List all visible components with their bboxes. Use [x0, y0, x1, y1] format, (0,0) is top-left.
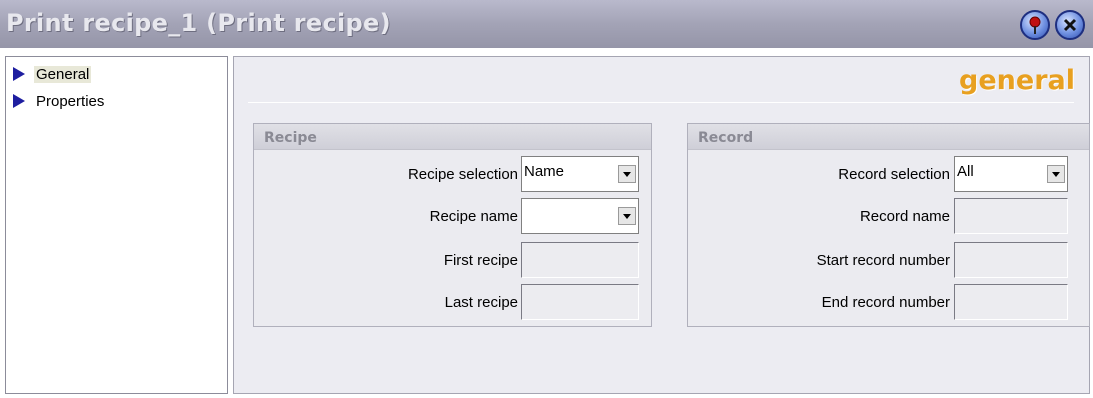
record-name-label: Record name — [859, 207, 950, 225]
start-record-number-field[interactable] — [954, 242, 1068, 278]
start-record-number-label: Start record number — [816, 251, 950, 269]
recipe-selection-label: Recipe selection — [407, 165, 518, 183]
recipe-name-dropdown[interactable] — [521, 198, 639, 234]
divider — [248, 102, 1074, 103]
recipe-selection-value: Name — [524, 163, 565, 180]
pin-button[interactable] — [1020, 10, 1050, 40]
last-recipe-field[interactable] — [521, 284, 639, 320]
content-pane: general Recipe Recipe selection Name Rec… — [233, 56, 1090, 394]
record-name-field[interactable] — [954, 198, 1068, 234]
arrow-right-icon — [13, 67, 25, 81]
chevron-down-icon[interactable] — [618, 165, 636, 183]
record-selection-label: Record selection — [838, 165, 950, 183]
end-record-number-field[interactable] — [954, 284, 1068, 320]
recipe-name-label: Recipe name — [429, 207, 518, 225]
chevron-down-icon[interactable] — [618, 207, 636, 225]
end-record-number-label: End record number — [821, 293, 950, 311]
record-selection-value: All — [957, 163, 974, 180]
window-title: Print recipe_1 (Print recipe) — [6, 9, 391, 37]
section-title: general — [959, 65, 1075, 96]
group-header: Recipe — [254, 124, 651, 150]
arrow-right-icon — [13, 94, 25, 108]
group-header: Record — [688, 124, 1089, 150]
nav-item-label: General — [34, 65, 92, 83]
title-bar: Print recipe_1 (Print recipe) — [0, 0, 1093, 48]
nav-item-properties[interactable]: Properties — [12, 90, 106, 112]
nav-item-label: Properties — [36, 92, 105, 110]
close-icon — [1063, 18, 1077, 32]
chevron-down-icon[interactable] — [1047, 165, 1065, 183]
navigation-pane: General Properties — [5, 56, 228, 394]
first-recipe-field[interactable] — [521, 242, 639, 278]
recipe-group: Recipe Recipe selection Name Recipe name… — [253, 123, 652, 327]
pin-icon — [1029, 16, 1041, 34]
last-recipe-label: Last recipe — [444, 293, 518, 311]
nav-item-general[interactable]: General — [12, 63, 92, 85]
first-recipe-label: First recipe — [443, 251, 518, 269]
record-group: Record Record selection All Record name … — [687, 123, 1090, 327]
close-button[interactable] — [1055, 10, 1085, 40]
recipe-selection-dropdown[interactable]: Name — [521, 156, 639, 192]
record-selection-dropdown[interactable]: All — [954, 156, 1068, 192]
